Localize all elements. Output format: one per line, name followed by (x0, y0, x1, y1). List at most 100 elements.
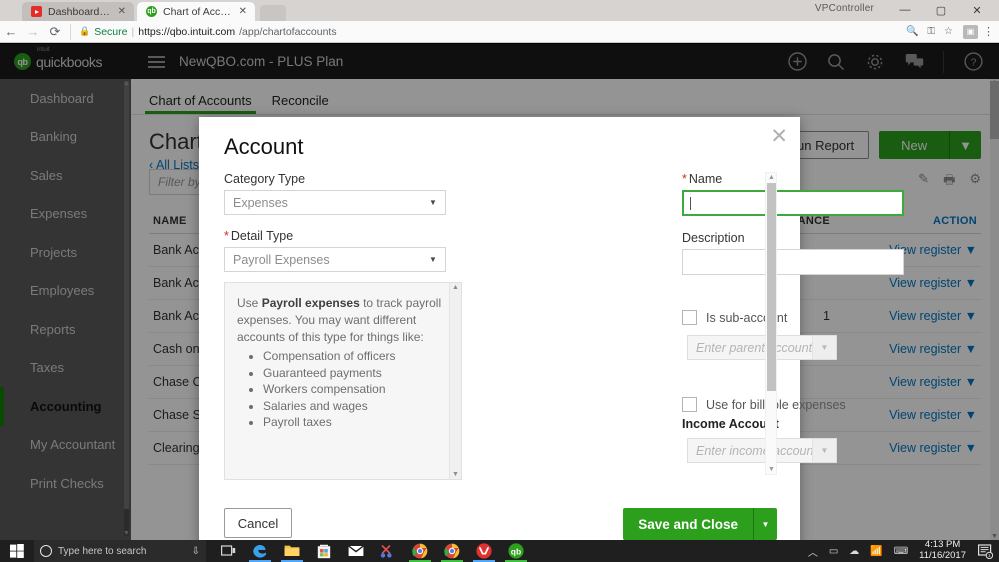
is-sub-account-checkbox[interactable] (682, 310, 697, 325)
list-item: Compensation of officers (263, 348, 443, 365)
list-item: Payroll taxes (263, 414, 443, 431)
name-label-text: Name (689, 172, 722, 186)
info-box-scrollbar[interactable]: ▲ ▼ (449, 283, 461, 479)
income-account-label: Income Account (682, 417, 922, 431)
description-input[interactable] (682, 249, 904, 275)
detail-type-label: *Detail Type (224, 229, 464, 243)
star-icon[interactable]: ☆ (944, 26, 953, 37)
modal-scroll-thumb[interactable] (767, 183, 776, 391)
modal-scrollbar[interactable]: ▲ ▼ (765, 172, 777, 475)
minimize-button[interactable]: — (887, 0, 923, 20)
secure-label: Secure (94, 26, 127, 38)
svg-text:qb: qb (511, 547, 521, 557)
browser-tab-youtube[interactable]: Dashboard - YouTube ✕ (22, 2, 134, 21)
window-title: VPController (815, 3, 874, 14)
battery-icon[interactable]: ▭ (829, 546, 838, 557)
extension-icon[interactable]: ▣ (963, 25, 978, 39)
save-and-close-label: Save and Close (623, 517, 753, 532)
chevron-down-icon[interactable]: ▼ (812, 439, 836, 462)
notification-icon[interactable]: 1 (977, 543, 993, 559)
detail-type-value: Payroll Expenses (225, 253, 330, 267)
detail-type-select[interactable]: Payroll Expenses ▼ (224, 247, 446, 272)
parent-account-select[interactable]: Enter parent account ▼ (687, 335, 837, 360)
category-type-select[interactable]: Expenses ▼ (224, 190, 446, 215)
modal-footer: Cancel Save and Close ▼ (199, 497, 800, 540)
chevron-down-icon[interactable]: ▼ (753, 508, 777, 540)
mail-icon[interactable] (340, 540, 372, 562)
name-input[interactable] (682, 190, 904, 216)
onedrive-icon[interactable]: ☁ (849, 546, 859, 557)
keyboard-icon[interactable]: ⌨ (894, 546, 908, 557)
category-type-label: Category Type (224, 172, 464, 186)
detail-type-info-box: Use Payroll expenses to track payroll ex… (224, 282, 462, 480)
zoom-icon[interactable]: 🔍 (906, 26, 918, 37)
tab-close-icon[interactable]: ✕ (239, 6, 247, 17)
scroll-up-icon[interactable]: ▲ (452, 284, 459, 291)
detail-type-label-text: Detail Type (231, 229, 293, 243)
chevron-down-icon[interactable]: ▼ (421, 191, 445, 214)
task-view-icon[interactable] (212, 540, 244, 562)
text-caret (690, 197, 691, 210)
list-item: Guaranteed payments (263, 365, 443, 382)
modal-left-column: Category Type Expenses ▼ *Detail Type Pa… (224, 172, 464, 480)
scroll-down-icon[interactable]: ▼ (452, 471, 459, 478)
income-account-placeholder: Enter income account (688, 444, 817, 458)
info-lead-pre: Use (237, 296, 262, 310)
info-paragraph: Use Payroll expenses to track payroll ex… (237, 295, 443, 346)
store-icon[interactable] (308, 540, 340, 562)
scroll-up-icon[interactable]: ▲ (768, 174, 775, 181)
url-path: /app/chartofaccounts (239, 26, 336, 38)
key-icon[interactable]: ⚿ (927, 26, 935, 37)
modal-right-column: *Name Description Is sub-account Enter p… (682, 172, 922, 463)
microphone-icon[interactable]: ⇩ (192, 546, 200, 557)
info-bullet-list: Compensation of officers Guaranteed paym… (263, 348, 443, 431)
chrome-icon[interactable] (404, 540, 436, 562)
modal-body: Category Type Expenses ▼ *Detail Type Pa… (199, 172, 800, 497)
browser-tab-strip: VPController — ▢ ✕ Dashboard - YouTube ✕… (0, 0, 999, 21)
close-icon[interactable]: ✕ (770, 126, 788, 147)
maximize-button[interactable]: ▢ (923, 0, 959, 20)
quickbooks-icon: qb (146, 6, 157, 17)
wifi-icon[interactable]: 📶 (870, 546, 882, 557)
cancel-button[interactable]: Cancel (224, 508, 292, 538)
list-item: Workers compensation (263, 381, 443, 398)
close-window-button[interactable]: ✕ (959, 0, 995, 20)
tab-close-icon[interactable]: ✕ (118, 6, 126, 17)
snip-tool-icon[interactable] (372, 540, 404, 562)
windows-taskbar: Type here to search ⇩ (0, 540, 999, 562)
chevron-up-icon[interactable]: ︿ (808, 544, 818, 559)
info-lead-bold: Payroll expenses (262, 296, 360, 310)
scroll-down-icon[interactable]: ▼ (768, 466, 775, 473)
qbo-app: Chart of Accounts Reconcile Chart of Acc… (0, 44, 999, 540)
windows-start-icon[interactable] (0, 544, 34, 558)
use-billable-row[interactable]: Use for billable expenses (682, 397, 922, 412)
kebab-menu-icon[interactable]: ⋮ (978, 25, 999, 38)
income-account-select[interactable]: Enter income account ▼ (687, 438, 837, 463)
category-type-value: Expenses (225, 196, 288, 210)
save-and-close-button[interactable]: Save and Close ▼ (623, 508, 777, 540)
reload-icon[interactable]: ⟳ (44, 24, 66, 40)
quickbooks-icon[interactable]: qb (500, 540, 532, 562)
clock[interactable]: 4:13 PM 11/16/2017 (919, 540, 966, 562)
file-explorer-icon[interactable] (276, 540, 308, 562)
forward-icon[interactable]: → (22, 24, 44, 39)
screen: VPController — ▢ ✕ Dashboard - YouTube ✕… (0, 0, 999, 562)
is-sub-account-row[interactable]: Is sub-account (682, 310, 922, 325)
taskbar-apps: qb (206, 540, 532, 562)
chrome-icon[interactable] (436, 540, 468, 562)
address-bar[interactable]: 🔒 Secure | https://qbo.intuit.com/app/ch… (70, 24, 957, 40)
chevron-down-icon[interactable]: ▼ (421, 248, 445, 271)
required-marker: * (224, 229, 229, 243)
list-item: Salaries and wages (263, 398, 443, 415)
name-label: *Name (682, 172, 922, 186)
search-input[interactable]: Type here to search ⇩ (34, 540, 206, 562)
use-for-billable-expenses-checkbox[interactable] (682, 397, 697, 412)
account-modal: ✕ Account Category Type Expenses ▼ *Deta… (199, 117, 800, 540)
edge-icon[interactable] (244, 540, 276, 562)
chevron-down-icon[interactable]: ▼ (812, 336, 836, 359)
back-icon[interactable]: ← (0, 24, 22, 39)
new-tab-button[interactable] (260, 5, 286, 21)
youtube-icon (31, 6, 42, 17)
vivaldi-icon[interactable] (468, 540, 500, 562)
browser-tab-chart-of-accounts[interactable]: qb Chart of Accounts ✕ (137, 2, 255, 21)
